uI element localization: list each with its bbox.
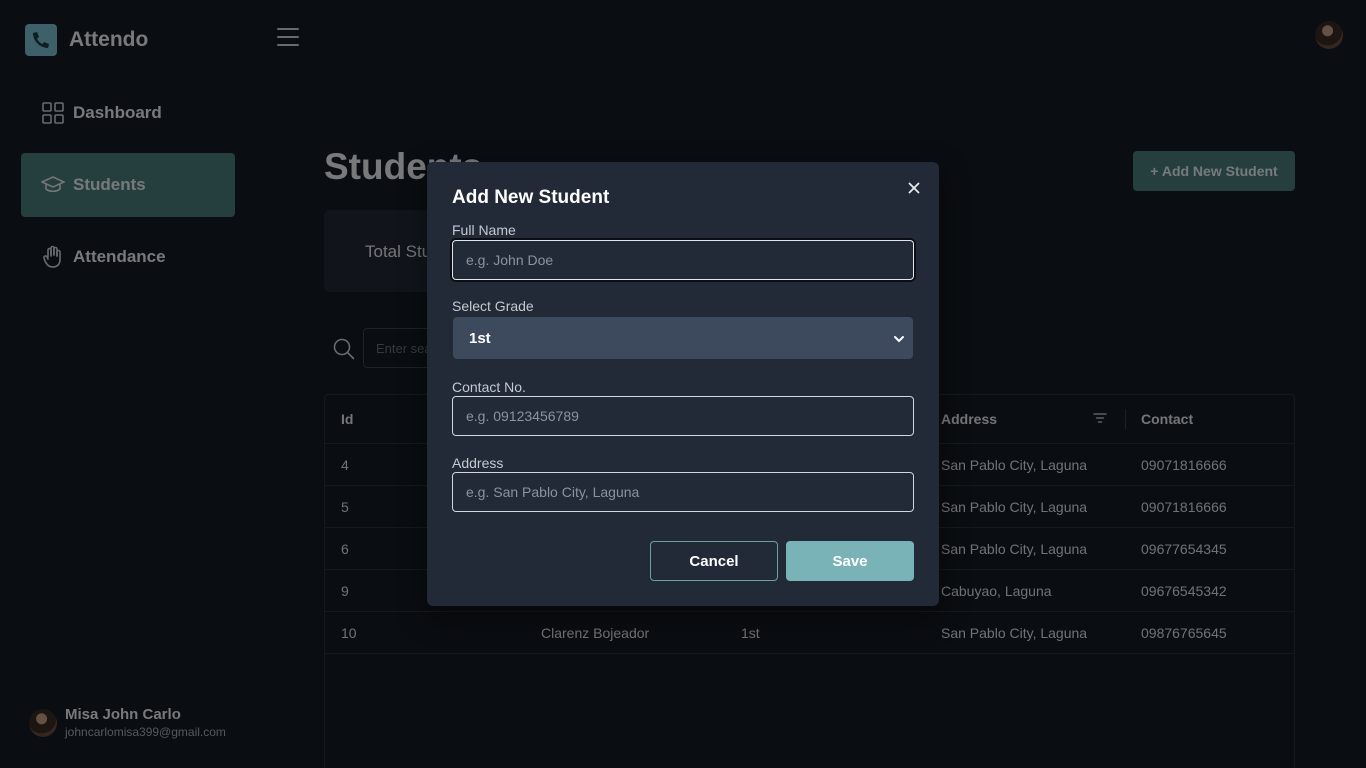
close-icon[interactable] [905, 179, 923, 197]
contact-label: Contact No. [452, 379, 526, 395]
chevron-down-icon [893, 330, 905, 347]
full-name-label: Full Name [452, 222, 516, 238]
grade-select-value: 1st [469, 329, 491, 347]
address-field[interactable] [452, 472, 914, 512]
add-student-modal: Add New Student Full Name Select Grade 1… [427, 162, 939, 606]
grade-label: Select Grade [452, 298, 534, 314]
cancel-button[interactable]: Cancel [650, 541, 778, 581]
save-button[interactable]: Save [786, 541, 914, 581]
contact-field[interactable] [452, 396, 914, 436]
modal-title: Add New Student [452, 187, 610, 208]
address-label: Address [452, 455, 504, 471]
grade-select[interactable]: 1st [453, 317, 913, 359]
full-name-field[interactable] [452, 240, 914, 280]
